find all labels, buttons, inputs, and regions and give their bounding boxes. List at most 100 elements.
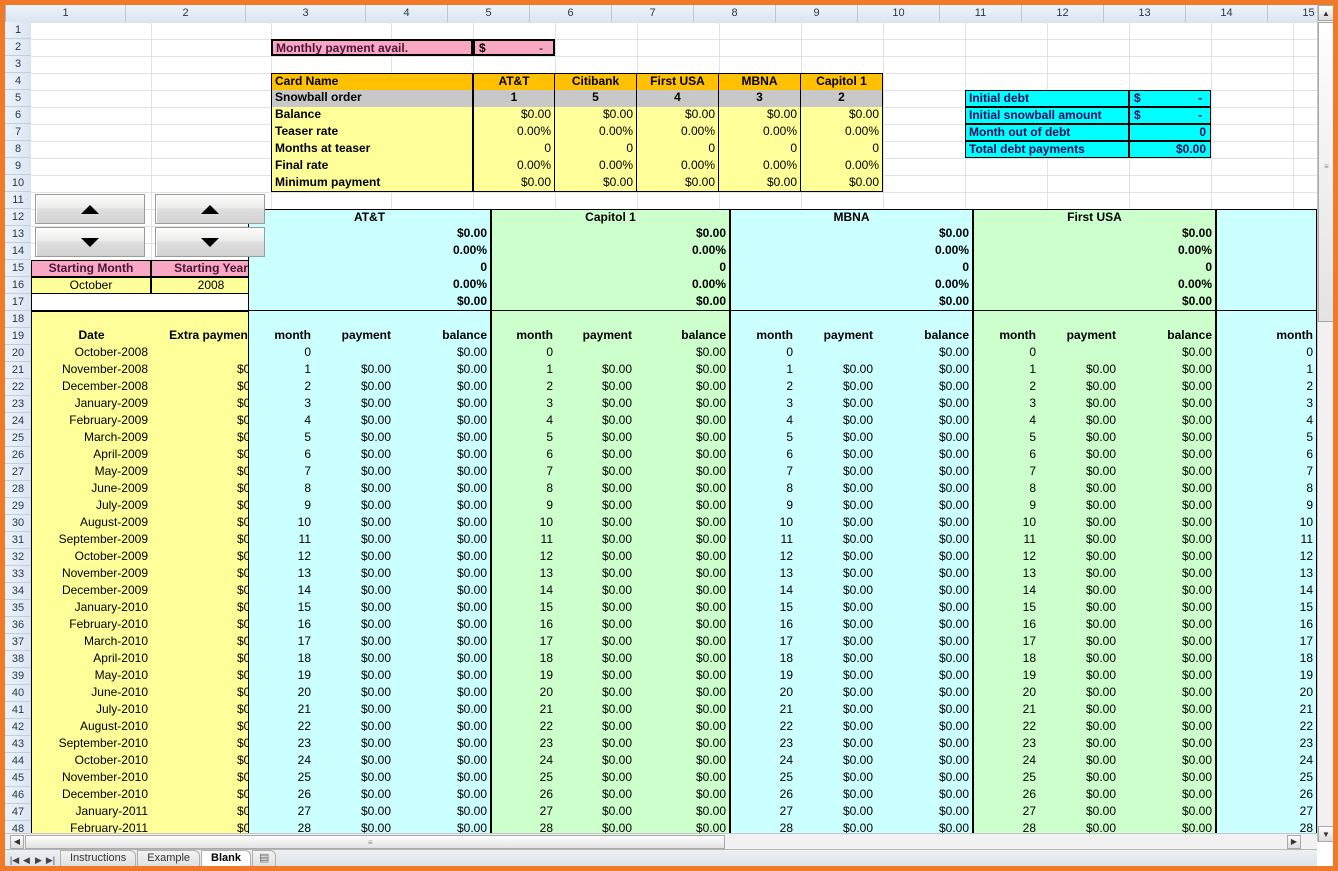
column-header-12[interactable]: 12	[1022, 5, 1104, 22]
schedule-balance-cell[interactable]: $0.00	[394, 651, 491, 668]
schedule-payment-cell[interactable]: $0.00	[796, 787, 876, 804]
schedule-date-cell[interactable]: January-2010	[31, 600, 151, 617]
schedule-month-cell[interactable]: 23	[973, 736, 1039, 753]
schedule-month-cell[interactable]: 11	[1216, 532, 1317, 549]
schedule-balance-cell[interactable]: $0.00	[394, 770, 491, 787]
schedule-payment-cell[interactable]: $0.00	[1039, 515, 1119, 532]
schedule-month-cell[interactable]: 3	[491, 396, 556, 413]
schedule-payment-cell[interactable]: $0.00	[796, 583, 876, 600]
row-header-28[interactable]: 28	[5, 481, 31, 498]
schedule-month-cell[interactable]: 17	[1216, 634, 1317, 651]
schedule-month-cell[interactable]: 7	[491, 464, 556, 481]
row-header-4[interactable]: 4	[5, 73, 31, 90]
schedule-payment-cell[interactable]: $0.00	[556, 498, 635, 515]
schedule-balance-cell[interactable]: $0.00	[394, 498, 491, 515]
schedule-payment-cell[interactable]: $0.00	[796, 634, 876, 651]
schedule-payment-cell[interactable]: $0.00	[314, 447, 394, 464]
schedule-balance-cell[interactable]: $0.00	[1119, 447, 1216, 464]
schedule-payment-cell[interactable]: $0.00	[314, 736, 394, 753]
card-citibank-months-at-teaser[interactable]: 0	[555, 141, 637, 158]
schedule-month-cell[interactable]: 5	[248, 430, 314, 447]
row-header-35[interactable]: 35	[5, 600, 31, 617]
schedule-month-cell[interactable]: 18	[491, 651, 556, 668]
vertical-scroll-thumb[interactable]: ≡	[1318, 22, 1334, 322]
schedule-month-cell[interactable]: 23	[730, 736, 796, 753]
schedule-date-cell[interactable]: August-2010	[31, 719, 151, 736]
schedule-balance-cell[interactable]: $0.00	[876, 770, 973, 787]
schedule-balance-cell[interactable]: $0.00	[394, 566, 491, 583]
schedule-payment-cell[interactable]: $0.00	[1039, 498, 1119, 515]
column-header-9[interactable]: 9	[776, 5, 858, 22]
schedule-balance-cell[interactable]: $0.00	[1119, 651, 1216, 668]
schedule-balance-cell[interactable]: $0.00	[1119, 498, 1216, 515]
card-at-t-final-rate[interactable]: 0.00%	[473, 158, 555, 175]
card-at-t-minimum-payment[interactable]: $0.00	[473, 175, 555, 192]
schedule-month-cell[interactable]: 13	[973, 566, 1039, 583]
sheet-tab-example[interactable]: Example	[137, 850, 200, 866]
row-header-12[interactable]: 12	[5, 209, 31, 226]
schedule-date-cell[interactable]: August-2009	[31, 515, 151, 532]
column-header-2[interactable]: 2	[126, 5, 246, 22]
schedule-balance-cell[interactable]: $0.00	[1119, 770, 1216, 787]
schedule-balance-cell[interactable]: $0.00	[394, 413, 491, 430]
schedule-month-cell[interactable]: 5	[973, 430, 1039, 447]
schedule-month-cell[interactable]: 9	[1216, 498, 1317, 515]
month-spinner-down[interactable]	[35, 227, 145, 257]
row-header-20[interactable]: 20	[5, 345, 31, 362]
schedule-month-cell[interactable]: 8	[491, 481, 556, 498]
schedule-date-cell[interactable]: June-2009	[31, 481, 151, 498]
schedule-payment-cell[interactable]: $0.00	[314, 753, 394, 770]
card-citibank-final-rate[interactable]: 0.00%	[555, 158, 637, 175]
row-header-13[interactable]: 13	[5, 226, 31, 243]
row-header-36[interactable]: 36	[5, 617, 31, 634]
card-at-t-snowball-order[interactable]: 1	[473, 90, 555, 107]
last-sheet-icon[interactable]: ▶|	[45, 855, 56, 866]
schedule-payment-cell[interactable]: $0.00	[796, 413, 876, 430]
row-header-22[interactable]: 22	[5, 379, 31, 396]
schedule-payment-cell[interactable]: $0.00	[556, 583, 635, 600]
schedule-month-cell[interactable]: 11	[973, 532, 1039, 549]
schedule-payment-cell[interactable]: $0.00	[314, 498, 394, 515]
schedule-month-cell[interactable]: 1	[973, 362, 1039, 379]
schedule-month-cell[interactable]: 0	[248, 345, 314, 362]
schedule-payment-cell[interactable]: $0.00	[796, 770, 876, 787]
column-header-14[interactable]: 14	[1186, 5, 1268, 22]
schedule-date-cell[interactable]: February-2010	[31, 617, 151, 634]
next-sheet-icon[interactable]: ▶	[33, 855, 44, 866]
schedule-balance-cell[interactable]: $0.00	[394, 668, 491, 685]
schedule-date-cell[interactable]: January-2011	[31, 804, 151, 821]
schedule-month-cell[interactable]: 1	[248, 362, 314, 379]
schedule-month-cell[interactable]: 17	[730, 634, 796, 651]
schedule-payment-cell[interactable]: $0.00	[1039, 787, 1119, 804]
schedule-month-cell[interactable]: 26	[1216, 787, 1317, 804]
row-header-2[interactable]: 2	[5, 39, 31, 56]
schedule-payment-cell[interactable]: $0.00	[796, 549, 876, 566]
schedule-month-cell[interactable]: 23	[1216, 736, 1317, 753]
schedule-payment-cell[interactable]: $0.00	[556, 379, 635, 396]
schedule-balance-cell[interactable]: $0.00	[1119, 362, 1216, 379]
schedule-payment-cell[interactable]: $0.00	[1039, 379, 1119, 396]
schedule-month-cell[interactable]: 3	[730, 396, 796, 413]
card-mbna-teaser-rate[interactable]: 0.00%	[719, 124, 801, 141]
scroll-right-button[interactable]: ▶	[1287, 835, 1301, 849]
schedule-date-cell[interactable]: October-2010	[31, 753, 151, 770]
schedule-balance-cell[interactable]: $0.00	[876, 481, 973, 498]
schedule-balance-cell[interactable]: $0.00	[1119, 413, 1216, 430]
schedule-payment-cell[interactable]: $0.00	[1039, 770, 1119, 787]
schedule-month-cell[interactable]: 2	[491, 379, 556, 396]
card-mbna-balance[interactable]: $0.00	[719, 107, 801, 124]
schedule-payment-cell[interactable]: $0.00	[556, 651, 635, 668]
schedule-balance-cell[interactable]: $0.00	[394, 600, 491, 617]
schedule-balance-cell[interactable]: $0.00	[876, 515, 973, 532]
column-header-1[interactable]: 1	[6, 5, 126, 22]
schedule-payment-cell[interactable]: $0.00	[314, 362, 394, 379]
schedule-balance-cell[interactable]: $0.00	[635, 770, 730, 787]
schedule-payment-cell[interactable]: $0.00	[796, 481, 876, 498]
schedule-payment-cell[interactable]: $0.00	[1039, 736, 1119, 753]
prev-sheet-icon[interactable]: ◀	[21, 855, 32, 866]
schedule-payment-cell[interactable]: $0.00	[1039, 634, 1119, 651]
schedule-payment-cell[interactable]: $0.00	[314, 566, 394, 583]
row-header-25[interactable]: 25	[5, 430, 31, 447]
schedule-payment-cell[interactable]: $0.00	[314, 464, 394, 481]
schedule-payment-cell[interactable]: $0.00	[314, 617, 394, 634]
